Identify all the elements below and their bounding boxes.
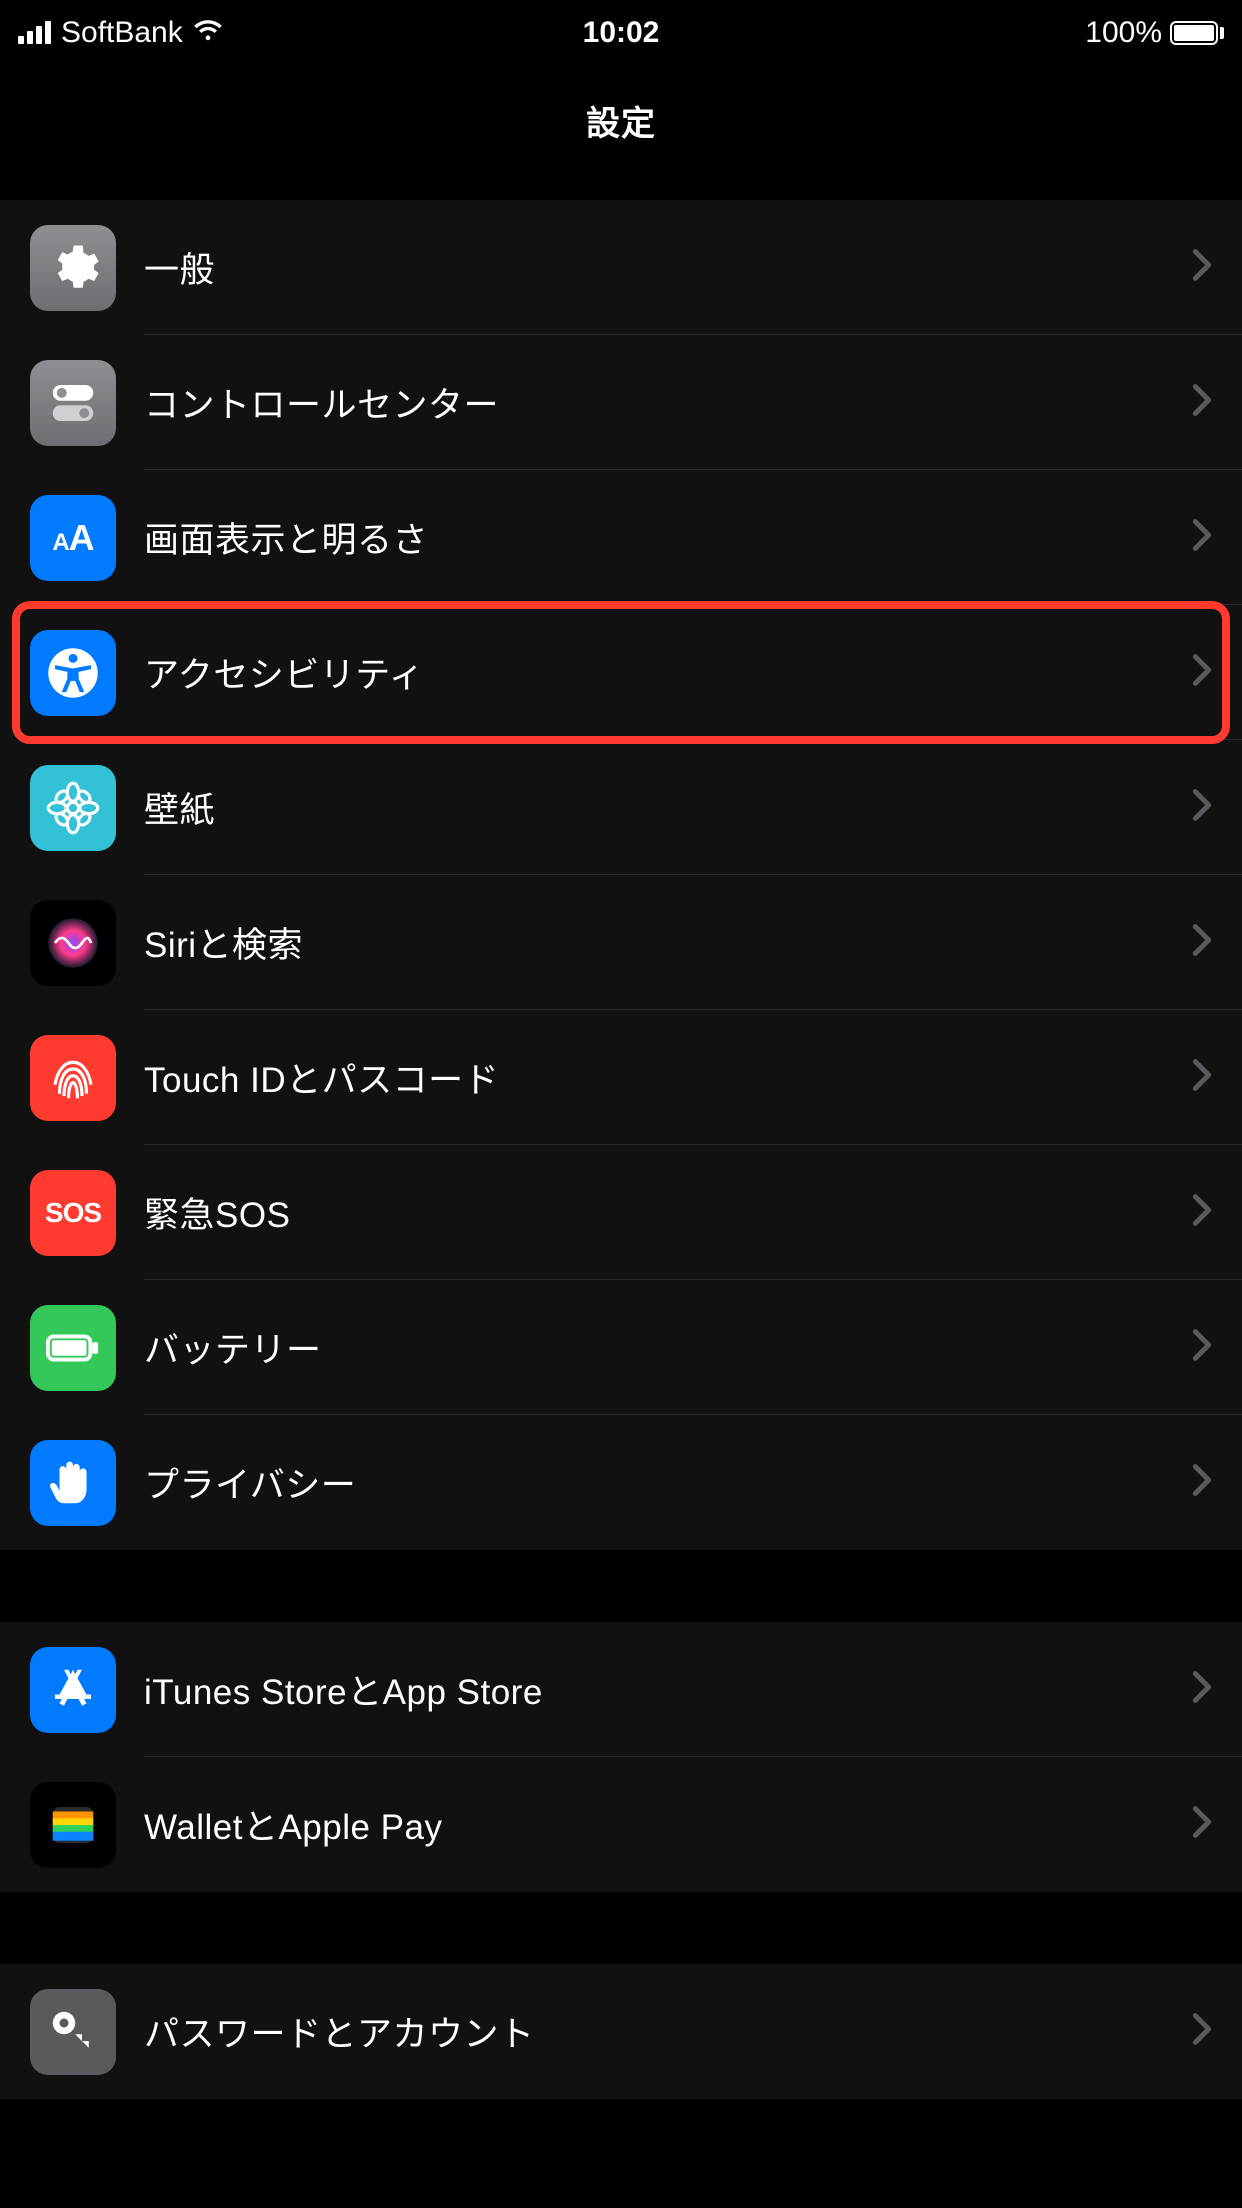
settings-section: iTunes StoreとApp Store WalletとApple Pay (0, 1622, 1242, 1892)
chevron-right-icon (1192, 1670, 1212, 1709)
settings-row-display[interactable]: AA 画面表示と明るさ (0, 470, 1242, 605)
siri-icon (30, 900, 116, 986)
nav-bar: 設定 (0, 66, 1242, 176)
row-label: 一般 (144, 242, 1192, 293)
appstore-icon (30, 1647, 116, 1733)
settings-row-battery[interactable]: バッテリー (0, 1280, 1242, 1415)
switches-icon (30, 360, 116, 446)
settings-row-control-center[interactable]: コントロールセンター (0, 335, 1242, 470)
settings-row-wallpaper[interactable]: 壁紙 (0, 740, 1242, 875)
battery-percentage: 100% (1085, 16, 1162, 50)
key-icon (30, 1989, 116, 2075)
fingerprint-icon (30, 1035, 116, 1121)
row-label: バッテリー (144, 1322, 1192, 1373)
row-label: 画面表示と明るさ (144, 512, 1192, 563)
settings-row-touchid[interactable]: Touch IDとパスコード (0, 1010, 1242, 1145)
chevron-right-icon (1192, 1328, 1212, 1367)
row-label: パスワードとアカウント (144, 2006, 1192, 2057)
battery-icon (1170, 21, 1224, 45)
row-label: アクセシビリティ (144, 647, 1192, 698)
status-bar: SoftBank 10:02 100% (0, 0, 1242, 66)
battery-icon (30, 1305, 116, 1391)
flower-icon (30, 765, 116, 851)
row-label: コントロールセンター (144, 377, 1192, 428)
chevron-right-icon (1192, 1805, 1212, 1844)
chevron-right-icon (1192, 1058, 1212, 1097)
settings-row-sos[interactable]: SOS 緊急SOS (0, 1145, 1242, 1280)
chevron-right-icon (1192, 248, 1212, 287)
row-label: iTunes StoreとApp Store (144, 1664, 1192, 1715)
settings-row-siri[interactable]: Siriと検索 (0, 875, 1242, 1010)
settings-row-general[interactable]: 一般 (0, 200, 1242, 335)
chevron-right-icon (1192, 1193, 1212, 1232)
settings-row-accessibility[interactable]: アクセシビリティ (0, 605, 1242, 740)
chevron-right-icon (1192, 2012, 1212, 2051)
chevron-right-icon (1192, 518, 1212, 557)
settings-row-passwords[interactable]: パスワードとアカウント (0, 1964, 1242, 2099)
row-label: Siriと検索 (144, 917, 1192, 968)
accessibility-icon (30, 630, 116, 716)
settings-section: 一般コントロールセンター AA 画面表示と明るさアクセシビリティ壁紙 Siriと検索 T… (0, 200, 1242, 1550)
gear-icon (30, 225, 116, 311)
sos-icon: SOS (30, 1170, 116, 1256)
row-label: 緊急SOS (144, 1187, 1192, 1238)
wifi-icon (193, 16, 223, 50)
chevron-right-icon (1192, 1463, 1212, 1502)
settings-section: パスワードとアカウント (0, 1964, 1242, 2099)
settings-row-wallet[interactable]: WalletとApple Pay (0, 1757, 1242, 1892)
page-title: 設定 (586, 96, 656, 145)
chevron-right-icon (1192, 653, 1212, 692)
row-label: WalletとApple Pay (144, 1799, 1192, 1850)
chevron-right-icon (1192, 383, 1212, 422)
hand-icon (30, 1440, 116, 1526)
row-label: プライバシー (144, 1457, 1192, 1508)
carrier-label: SoftBank (61, 16, 183, 50)
chevron-right-icon (1192, 788, 1212, 827)
chevron-right-icon (1192, 923, 1212, 962)
row-label: Touch IDとパスコード (144, 1052, 1192, 1103)
row-label: 壁紙 (144, 782, 1192, 833)
aa-icon: AA (30, 495, 116, 581)
clock: 10:02 (583, 16, 660, 50)
settings-row-itunes[interactable]: iTunes StoreとApp Store (0, 1622, 1242, 1757)
wallet-icon (30, 1782, 116, 1868)
settings-row-privacy[interactable]: プライバシー (0, 1415, 1242, 1550)
signal-icon (18, 22, 51, 44)
